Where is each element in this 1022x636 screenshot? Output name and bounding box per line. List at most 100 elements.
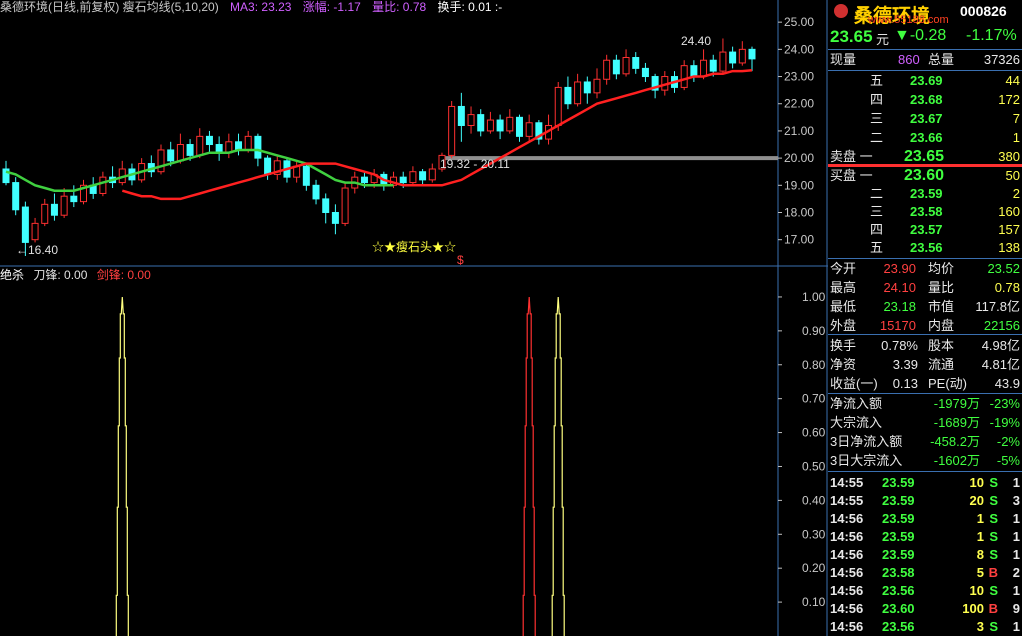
stat-label: 最低 [830,299,857,314]
tick-row: 14:56 23.60 100 B 9 [830,600,1020,618]
chart-area[interactable]: 25.00 24.00 23.00 22.00 21.00 20.00 19.00 18.00… [0,0,828,636]
stat-label: 最高 [830,280,857,295]
candle-body [322,198,330,213]
tick-row: 14:55 23.59 20 S 3 [830,492,1020,510]
book-level-price: 23.60 [904,167,945,184]
tick-time: 14:56 [830,547,864,562]
candle-body [428,168,436,181]
tick-side: S [989,583,998,598]
tick-price: 23.59 [882,475,915,490]
tick-time: 14:55 [830,475,864,490]
candle-body [399,176,407,184]
tick-price: 23.56 [882,583,915,598]
candle-body [41,203,49,224]
current-volume-label: 现量 [830,52,857,67]
book-level-label: 四 [870,222,884,237]
stock-code: 000826 [960,3,1007,19]
y-tick-label: 25.00 [784,15,814,29]
sub-y-tick-label: 0.60 [802,426,826,440]
candle-body [331,211,339,224]
candle-body [419,171,427,181]
candle-body [709,59,717,72]
tick-volume: 5 [976,565,984,580]
book-level-volume: 7 [1012,111,1020,126]
candle-body [506,116,514,132]
book-level-label: 三 [870,111,884,126]
tick-volume: 8 [976,547,984,562]
candle-body [157,149,165,173]
flow-value: -1602万 [933,453,980,468]
flow-row: 3日大宗流入 -1602万 -5% [830,452,1020,470]
candle-body [593,78,601,94]
book-level-price: 23.57 [910,222,943,237]
ma3-label: MA3: 23.23 [230,0,292,14]
divider [828,334,1022,335]
divider [828,471,1022,472]
tick-row: 14:56 23.59 1 S 1 [830,528,1020,546]
sub-y-tick-label: 0.90 [802,324,826,338]
candle-body [205,135,213,146]
fund-value: 3.39 [892,357,918,372]
candle-body [690,65,698,78]
book-level-price: 23.69 [910,73,943,88]
sub-y-tick-label: 0.20 [802,561,826,575]
book-level-label: 五 [870,73,884,88]
sub-y-tick-label: 0.50 [802,459,826,473]
volume-row: 现量 860 总量 37326 [830,51,1020,69]
indicator-name: 绝杀 [0,268,25,282]
flow-label: 3日净流入额 [830,434,903,449]
book-level-volume: 1 [1012,130,1020,145]
candle-body [254,135,262,159]
flow-value: -458.2万 [930,434,980,449]
y-tick-label: 24.00 [784,42,814,56]
stat-value: 15170 [879,318,916,333]
book-level-volume: 2 [1012,186,1020,201]
candle-body [264,157,272,175]
candle-body [244,135,252,151]
flow-pct: -5% [996,453,1020,468]
sub-y-tick-label: 0.80 [802,358,826,372]
change-label: 涨幅: -1.17 [302,0,361,14]
total-volume-label: 总量 [928,52,955,67]
tick-time: 14:56 [830,565,864,580]
flow-row: 大宗流入 -1689万 -19% [830,414,1020,432]
tick-count: 1 [1012,583,1020,598]
stat-label: 量比 [928,280,955,295]
tick-side: S [989,529,998,544]
candle-body [641,67,649,78]
stat-label: 均价 [928,261,955,276]
stat-value: 23.52 [987,261,1020,276]
candle-body [680,65,688,88]
daofeng-label: 刀锋: 0.00 [33,268,88,282]
tick-count: 1 [1012,547,1020,562]
stat-label: 今开 [830,261,857,276]
candle-body [409,171,417,184]
tick-row: 14:56 23.59 8 S 1 [830,546,1020,564]
candle-body [486,119,494,132]
candle-body [312,184,320,200]
stat-label: 外盘 [830,318,857,333]
range-label: 19.32 - 20.11 [440,157,510,171]
price-change: ▼-0.28 [894,27,947,44]
stat-row: 外盘 15170 内盘 22156 [830,317,1020,335]
volume-ratio-label: 量比: 0.78 [372,0,427,14]
sub-y-tick-label: 0.40 [802,493,826,507]
tick-volume: 100 [962,601,984,616]
candle-body [622,57,630,75]
y-tick-label: 21.00 [784,124,814,138]
logo-badge [834,4,848,18]
buy-level: 五 23.56 138 [830,239,1020,257]
flow-label: 大宗流入 [830,415,883,430]
flow-row: 净流入额 -1979万 -23% [830,395,1020,413]
tick-time: 14:56 [830,619,864,634]
sell-level: 三 23.67 7 [830,110,1020,128]
candle-body [748,48,756,60]
candle-body [235,141,243,151]
tick-count: 1 [1012,619,1020,634]
stat-row: 最低 23.18 市值 117.8亿 [830,298,1020,316]
candle-body [457,105,465,126]
watermark: www.55188.com [868,14,949,26]
y-tick-label: 23.00 [784,70,814,84]
tick-row: 14:56 23.56 3 S 1 [830,618,1020,636]
tick-side: S [989,475,998,490]
